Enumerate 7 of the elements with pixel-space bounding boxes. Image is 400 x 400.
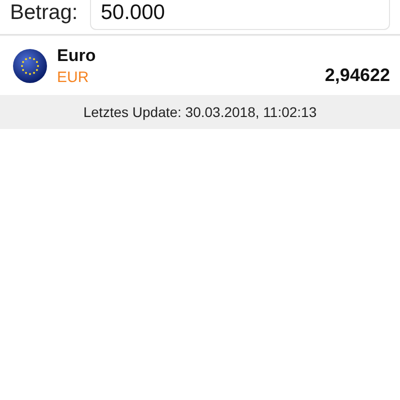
currency-value: 2,94622: [324, 65, 390, 86]
currency-name: Euro: [57, 46, 97, 66]
amount-label: Betrag:: [10, 1, 78, 25]
amount-field[interactable]: 50.000: [90, 0, 390, 30]
last-update-text: Letztes Update: 30.03.2018, 11:02:13: [83, 104, 317, 120]
currency-code: EUR: [57, 68, 90, 86]
eu-flag-icon: [12, 48, 48, 84]
